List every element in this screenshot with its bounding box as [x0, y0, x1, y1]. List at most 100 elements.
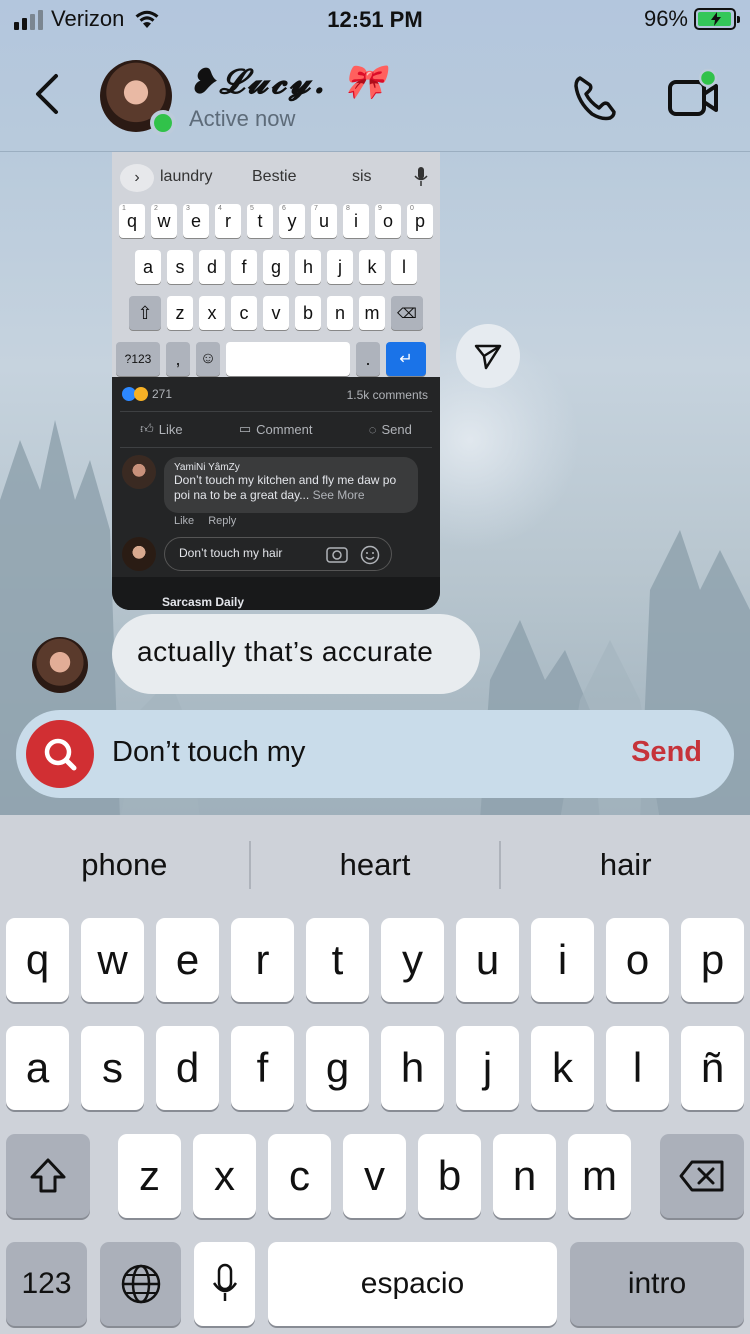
- key-e[interactable]: e: [156, 918, 219, 1002]
- return-icon: ↵: [386, 342, 426, 376]
- image-suggestion-1: laundry: [160, 168, 213, 185]
- key-t[interactable]: t: [306, 918, 369, 1002]
- key-v[interactable]: v: [343, 1134, 406, 1218]
- prediction-2[interactable]: heart: [251, 837, 500, 893]
- comment-author: YamiNi YâmZy: [174, 462, 240, 473]
- clock: 12:51 PM: [327, 7, 423, 32]
- chat-header: ❥𝓛𝓾𝓬𝔂. 🎀 Active now: [0, 40, 750, 152]
- key-s[interactable]: s: [81, 1026, 144, 1110]
- key-p[interactable]: p: [681, 918, 744, 1002]
- key-m[interactable]: m: [568, 1134, 631, 1218]
- message-input[interactable]: [112, 736, 592, 769]
- predictive-bar: phone heart hair: [0, 837, 750, 893]
- image-key: 7u: [311, 204, 337, 238]
- prediction-1[interactable]: phone: [0, 837, 249, 893]
- forward-button[interactable]: [456, 324, 520, 388]
- back-button[interactable]: [22, 64, 72, 124]
- image-key: d: [199, 250, 225, 284]
- key-n[interactable]: n: [493, 1134, 556, 1218]
- key-j[interactable]: j: [456, 1026, 519, 1110]
- key-b[interactable]: b: [418, 1134, 481, 1218]
- shift-icon: ⇧: [129, 296, 161, 330]
- image-key: b: [295, 296, 321, 330]
- numbers-key[interactable]: 123: [6, 1242, 87, 1326]
- image-key: a: [135, 250, 161, 284]
- key-k[interactable]: k: [531, 1026, 594, 1110]
- image-key: z: [167, 296, 193, 330]
- status-bar: Verizon 12:51 PM 96%: [0, 0, 750, 40]
- key-y[interactable]: y: [381, 918, 444, 1002]
- voice-call-button[interactable]: [568, 70, 624, 126]
- globe-key[interactable]: [100, 1242, 181, 1326]
- image-key: s: [167, 250, 193, 284]
- key-f[interactable]: f: [231, 1026, 294, 1110]
- chevron-left-icon: [36, 74, 58, 114]
- image-space-key: [226, 342, 350, 376]
- image-key: 4r: [215, 204, 241, 238]
- image-key: 1q: [119, 204, 145, 238]
- send-button[interactable]: Send: [631, 736, 702, 769]
- image-key: 0p: [407, 204, 433, 238]
- chevron-right-icon: ›: [120, 164, 154, 192]
- user-avatar: [122, 537, 156, 571]
- search-icon: [44, 738, 77, 771]
- image-key: n: [327, 296, 353, 330]
- message-bubble[interactable]: actually that’s accurate: [112, 614, 480, 694]
- key-n-tilde[interactable]: ñ: [681, 1026, 744, 1110]
- image-key: h: [295, 250, 321, 284]
- see-more-link: See More: [312, 488, 365, 502]
- key-i[interactable]: i: [531, 918, 594, 1002]
- sender-avatar[interactable]: [32, 637, 88, 693]
- image-comma-key: ,: [166, 342, 190, 376]
- search-button[interactable]: [26, 720, 94, 788]
- delete-key[interactable]: [660, 1134, 744, 1218]
- image-key: 3e: [183, 204, 209, 238]
- key-u[interactable]: u: [456, 918, 519, 1002]
- key-a[interactable]: a: [6, 1026, 69, 1110]
- commenter-avatar: [122, 455, 156, 489]
- key-w[interactable]: w: [81, 918, 144, 1002]
- key-l[interactable]: l: [606, 1026, 669, 1110]
- contact-name[interactable]: ❥𝓛𝓾𝓬𝔂. 🎀: [188, 62, 388, 102]
- return-key[interactable]: intro: [570, 1242, 744, 1326]
- key-g[interactable]: g: [306, 1026, 369, 1110]
- haha-reaction-icon: [134, 387, 148, 401]
- image-key: v: [263, 296, 289, 330]
- prediction-3[interactable]: hair: [501, 837, 750, 893]
- key-d[interactable]: d: [156, 1026, 219, 1110]
- image-key: k: [359, 250, 385, 284]
- image-suggestion-3: sis: [352, 168, 372, 185]
- message-composer: Send: [16, 710, 734, 798]
- image-key-row-2: a s d f g h j k l: [112, 250, 440, 284]
- key-o[interactable]: o: [606, 918, 669, 1002]
- comment-actions: Like Reply: [174, 515, 237, 527]
- image-key: c: [231, 296, 257, 330]
- video-call-button[interactable]: [664, 68, 724, 128]
- camera-icon: [326, 547, 348, 563]
- image-suggestion-2: Bestie: [252, 168, 297, 185]
- image-key: j: [327, 250, 353, 284]
- shared-image-message[interactable]: › laundry Bestie sis 1q 2w 3e 4r 5t 6y 7…: [112, 152, 440, 610]
- microphone-icon: [212, 1263, 237, 1301]
- dictation-key[interactable]: [194, 1242, 255, 1326]
- key-x[interactable]: x: [193, 1134, 256, 1218]
- post-actions: 👍︎ Like ▭ Comment ◌ Send: [140, 421, 412, 437]
- key-q[interactable]: q: [6, 918, 69, 1002]
- thumbs-up-icon: 👍︎: [140, 421, 154, 436]
- image-key-row-4: ?123 , ☺ . ↵: [112, 342, 440, 376]
- contact-avatar[interactable]: [100, 60, 176, 136]
- next-post-title: Sarcasm Daily: [112, 577, 440, 610]
- reaction-count: 271: [122, 387, 172, 401]
- image-key: f: [231, 250, 257, 284]
- key-h[interactable]: h: [381, 1026, 444, 1110]
- emoji-icon: ☺: [196, 342, 220, 376]
- comment-bubble: YamiNi YâmZy Don’t touch my kitchen and …: [164, 457, 418, 513]
- key-c[interactable]: c: [268, 1134, 331, 1218]
- key-r[interactable]: r: [231, 918, 294, 1002]
- battery-percent: 96%: [643, 6, 688, 31]
- image-facebook-post: 271 1.5k comments 👍︎ Like ▭ Comment ◌ Send …: [112, 377, 440, 610]
- space-key[interactable]: espacio: [268, 1242, 557, 1326]
- key-z[interactable]: z: [118, 1134, 181, 1218]
- shift-key[interactable]: [6, 1134, 90, 1218]
- online-indicator: [150, 110, 176, 136]
